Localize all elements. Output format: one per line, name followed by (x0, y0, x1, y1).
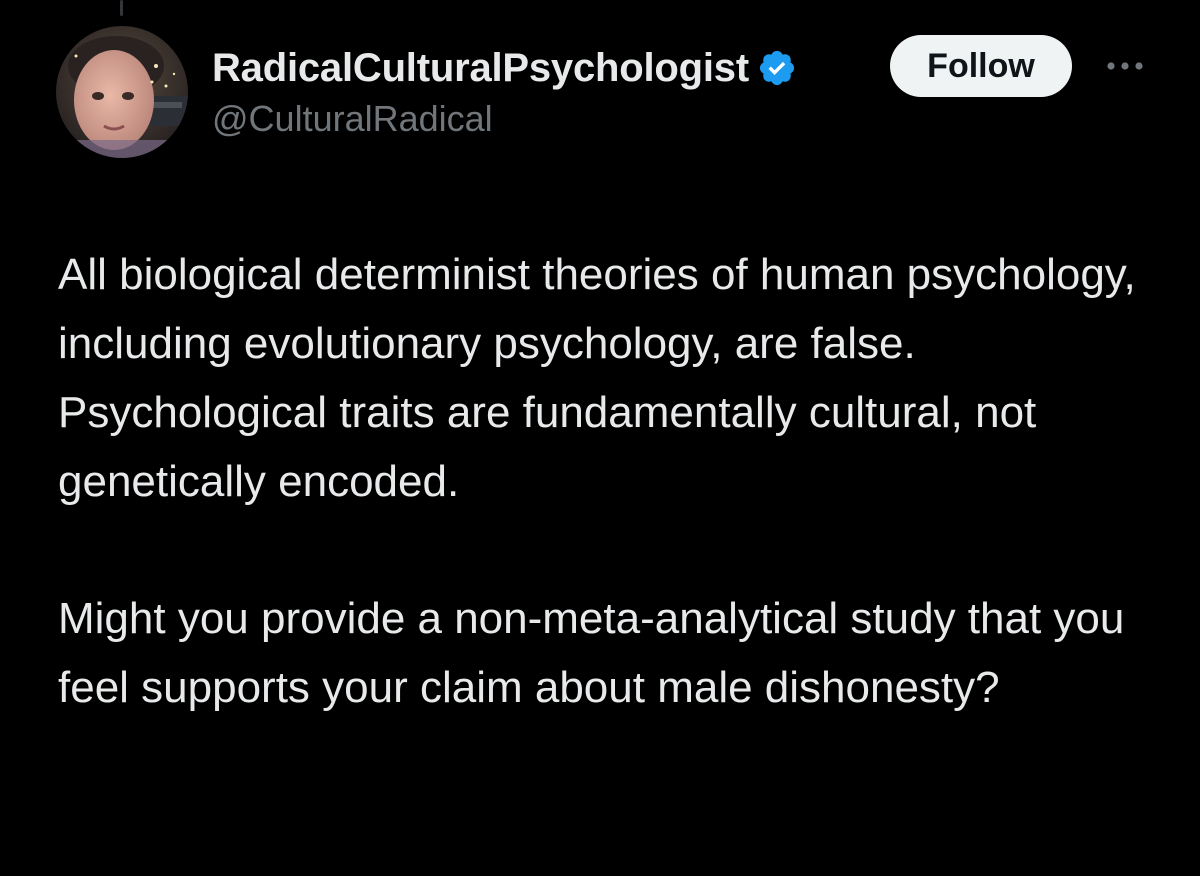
display-name[interactable]: RadicalCulturalPsychologist (212, 46, 749, 91)
author-names: RadicalCulturalPsychologist @CulturalRad… (212, 40, 797, 140)
tweet-paragraph: All biological determinist theories of h… (58, 250, 1136, 506)
tweet-header: RadicalCulturalPsychologist @CulturalRad… (56, 26, 1156, 166)
profile-photo (56, 26, 188, 158)
more-horizontal-icon[interactable] (1102, 46, 1148, 86)
avatar[interactable] (56, 26, 188, 158)
display-name-row: RadicalCulturalPsychologist (212, 40, 797, 96)
follow-button[interactable]: Follow (890, 35, 1072, 97)
tweet-text: All biological determinist theories of h… (58, 240, 1168, 722)
verified-badge-icon (757, 48, 797, 88)
thread-connector-line (120, 0, 123, 16)
tweet-paragraph: Might you provide a non-meta-analytical … (58, 594, 1125, 712)
author-handle[interactable]: @CulturalRadical (212, 98, 797, 140)
